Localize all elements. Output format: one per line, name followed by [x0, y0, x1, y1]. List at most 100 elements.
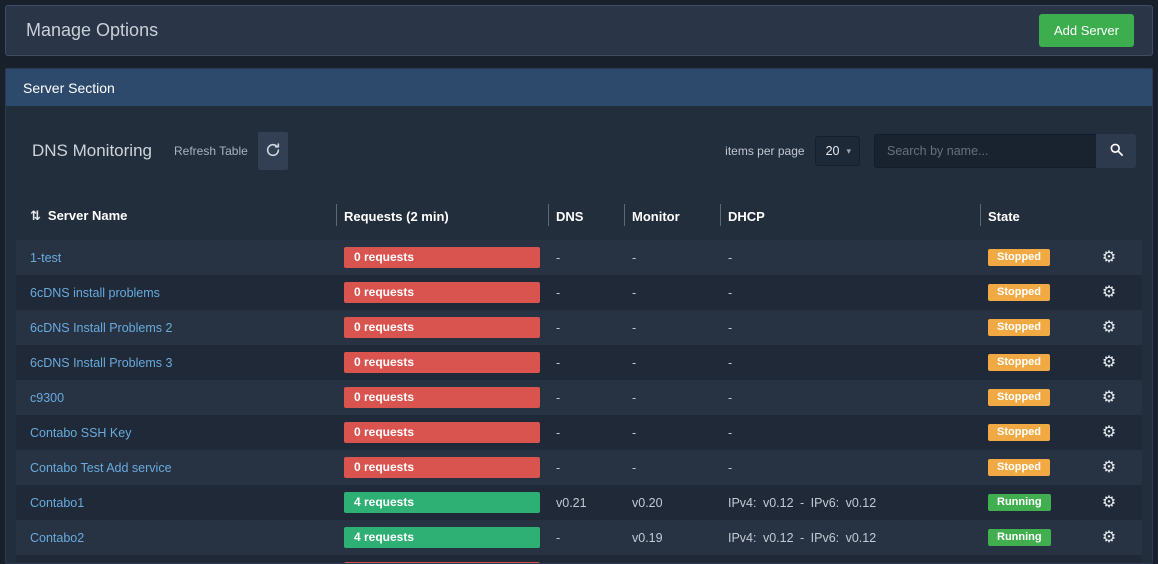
dhcp-version-cell: - [720, 380, 980, 415]
requests-badge: 0 requests [344, 352, 540, 373]
gear-icon[interactable]: ⚙ [1102, 249, 1116, 266]
state-badge: Stopped [988, 249, 1050, 266]
table-row: 6cDNS Install Problems 2 0 requests - - … [16, 310, 1142, 345]
refresh-table-label: Refresh Table [174, 144, 248, 158]
page-title: Manage Options [26, 20, 158, 41]
state-badge: Stopped [988, 424, 1050, 441]
panel-header-title: Server Section [23, 80, 115, 96]
server-name-link[interactable]: Contabo SSH Key [30, 426, 131, 440]
dhcp-version-cell: - [720, 240, 980, 275]
table-row: 6cDNS Install Problems 3 0 requests - - … [16, 345, 1142, 380]
requests-badge: 0 requests [344, 422, 540, 443]
search-button[interactable] [1096, 134, 1136, 168]
gear-icon[interactable]: ⚙ [1102, 284, 1116, 301]
gear-icon[interactable]: ⚙ [1102, 319, 1116, 336]
gear-icon[interactable]: ⚙ [1102, 459, 1116, 476]
chevron-down-icon: ▾ [846, 146, 851, 157]
requests-badge: 0 requests [344, 387, 540, 408]
column-header-state: State [980, 196, 1076, 240]
dhcp-version-cell: IPv4: v0.12 - IPv6: v0.12 [720, 520, 980, 555]
state-badge: Stopped [988, 319, 1050, 336]
dhcp-version-cell: - [720, 450, 980, 485]
requests-badge: 0 requests [344, 282, 540, 303]
add-server-button[interactable]: Add Server [1039, 14, 1134, 47]
dns-version-cell: - [548, 450, 624, 485]
dhcp-version-cell: - [720, 275, 980, 310]
server-name-link[interactable]: 1-test [30, 251, 61, 265]
table-row: Contabo SSH Key 0 requests - - - Stopped… [16, 415, 1142, 450]
toolbar-right: items per page 20 ▾ [725, 134, 1136, 168]
server-name-link[interactable]: Contabo2 [30, 531, 84, 545]
monitor-version-cell: v0.20 [624, 485, 720, 520]
table-header-row: ⇅Server Name Requests (2 min) DNS Monito… [16, 196, 1142, 240]
server-name-link[interactable]: c9300 [30, 391, 64, 405]
table-row: 6cDNS install problems 0 requests - - - … [16, 275, 1142, 310]
dns-version-cell: - [548, 310, 624, 345]
requests-badge: 0 requests [344, 317, 540, 338]
table-toolbar: DNS Monitoring Refresh Table items per p… [6, 106, 1152, 196]
items-per-page-label: items per page [725, 144, 804, 158]
state-badge: Stopped [988, 459, 1050, 476]
dhcp-version-cell: - [720, 555, 980, 564]
server-name-link[interactable]: Contabo1 [30, 496, 84, 510]
monitor-version-cell: - [624, 415, 720, 450]
server-table-body: 1-test 0 requests - - - Stopped ⚙ 6cDNS … [16, 240, 1142, 564]
dns-version-cell: - [548, 345, 624, 380]
server-section-panel: Server Section DNS Monitoring Refresh Ta… [5, 68, 1153, 564]
state-badge: Stopped [988, 354, 1050, 371]
dhcp-version-cell: - [720, 415, 980, 450]
items-per-page-select[interactable]: 20 ▾ [815, 136, 860, 166]
monitor-version-cell: - [624, 345, 720, 380]
server-table-wrap: ⇅Server Name Requests (2 min) DNS Monito… [6, 196, 1152, 564]
dns-version-cell: - [548, 240, 624, 275]
table-row: 1-test 0 requests - - - Stopped ⚙ [16, 240, 1142, 275]
state-badge: Stopped [988, 284, 1050, 301]
column-header-actions [1076, 196, 1142, 240]
gear-icon[interactable]: ⚙ [1102, 529, 1116, 546]
dns-version-cell: - [548, 415, 624, 450]
table-title: DNS Monitoring [32, 141, 152, 161]
state-badge: Stopped [988, 389, 1050, 406]
dns-version-cell: - [548, 275, 624, 310]
monitor-version-cell: - [624, 310, 720, 345]
state-badge: Running [988, 494, 1051, 511]
top-bar: Manage Options Add Server [5, 5, 1153, 56]
gear-icon[interactable]: ⚙ [1102, 424, 1116, 441]
requests-badge: 4 requests [344, 527, 540, 548]
monitor-version-cell: - [624, 240, 720, 275]
server-name-link[interactable]: 6cDNS install problems [30, 286, 160, 300]
server-table: ⇅Server Name Requests (2 min) DNS Monito… [16, 196, 1142, 564]
server-name-link[interactable]: Contabo Test Add service [30, 461, 172, 475]
column-header-monitor: Monitor [624, 196, 720, 240]
table-row: Contabo1 4 requests v0.21 v0.20 IPv4: v0… [16, 485, 1142, 520]
monitor-version-cell: - [624, 380, 720, 415]
dns-version-cell: - [548, 520, 624, 555]
search-group [874, 134, 1136, 168]
panel-header: Server Section [6, 69, 1152, 106]
gear-icon[interactable]: ⚙ [1102, 389, 1116, 406]
state-badge: Running [988, 529, 1051, 546]
dns-version-cell: - [548, 380, 624, 415]
requests-badge: 0 requests [344, 457, 540, 478]
monitor-version-cell: - [624, 275, 720, 310]
items-per-page-value: 20 [826, 144, 840, 158]
monitor-version-cell: - [624, 450, 720, 485]
dns-version-cell: - [548, 555, 624, 564]
search-icon [1109, 142, 1124, 160]
gear-icon[interactable]: ⚙ [1102, 494, 1116, 511]
requests-badge: 0 requests [344, 247, 540, 268]
refresh-button[interactable] [258, 132, 288, 170]
requests-badge: 4 requests [344, 492, 540, 513]
server-name-link[interactable]: 6cDNS Install Problems 2 [30, 321, 172, 335]
table-row: c9300 0 requests - - - Stopped ⚙ [16, 380, 1142, 415]
monitor-version-cell: - [624, 555, 720, 564]
search-input[interactable] [874, 134, 1096, 168]
column-header-requests: Requests (2 min) [336, 196, 548, 240]
sort-icon[interactable]: ⇅ [30, 208, 41, 223]
dhcp-version-cell: - [720, 345, 980, 380]
gear-icon[interactable]: ⚙ [1102, 354, 1116, 371]
table-row: Demo Contabo1 0 requests - - - Stopped ⚙ [16, 555, 1142, 564]
server-name-link[interactable]: 6cDNS Install Problems 3 [30, 356, 172, 370]
monitor-version-cell: v0.19 [624, 520, 720, 555]
column-header-dns: DNS [548, 196, 624, 240]
